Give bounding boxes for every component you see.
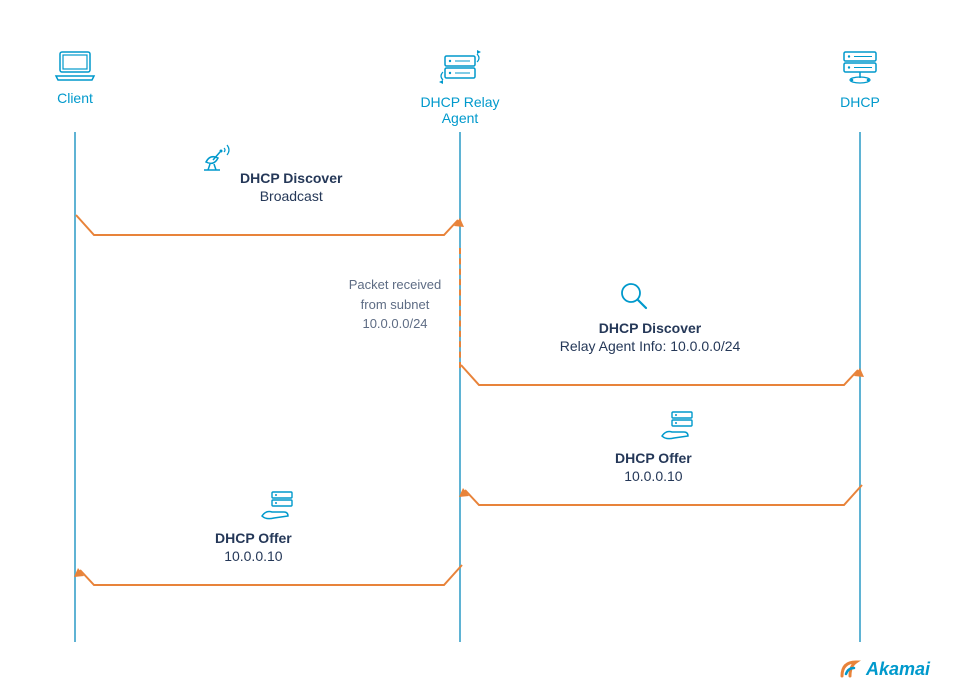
note-line: from subnet [340, 295, 450, 315]
msg-offer-2: DHCP Offer 10.0.0.10 [215, 530, 292, 564]
msg-discover-broadcast: DHCP Discover Broadcast [240, 170, 342, 204]
note-line: Packet received [340, 275, 450, 295]
msg-title: DHCP Discover [240, 170, 342, 186]
msg-title: DHCP Offer [215, 530, 292, 546]
actor-client-label: Client [50, 90, 100, 106]
relay-server-icon [410, 50, 510, 86]
actor-relay-label: DHCP Relay Agent [410, 94, 510, 126]
note-line: 10.0.0.0/24 [340, 314, 450, 334]
brand-text: Akamai [866, 659, 930, 680]
msg-discover-relay: DHCP Discover Relay Agent Info: 10.0.0.0… [540, 320, 760, 354]
dish-icon [200, 140, 234, 179]
server-icon [835, 50, 885, 86]
akamai-wave-icon [838, 656, 864, 682]
arrow-discover-1 [74, 210, 464, 250]
actor-relay: DHCP Relay Agent [410, 50, 510, 126]
brand-logo: Akamai [838, 656, 930, 682]
msg-title: DHCP Offer [615, 450, 692, 466]
note-packet-received: Packet received from subnet 10.0.0.0/24 [340, 275, 450, 334]
laptop-icon [50, 50, 100, 82]
arrow-offer-1 [459, 480, 864, 520]
actor-client: Client [50, 50, 100, 106]
dhcp-sequence-diagram: Client DHCP Relay Agent [0, 0, 960, 700]
hand-offer-icon [260, 490, 296, 529]
arrow-offer-2 [48, 560, 464, 600]
msg-sub: Broadcast [240, 188, 342, 204]
actor-dhcp-label: DHCP [835, 94, 885, 110]
msg-offer-1: DHCP Offer 10.0.0.10 [615, 450, 692, 484]
hand-offer-icon [660, 410, 696, 449]
actor-dhcp: DHCP [835, 50, 885, 110]
arrow-discover-2 [459, 360, 864, 400]
relay-processing-segment [459, 248, 461, 368]
magnifier-icon [618, 280, 650, 317]
msg-sub: Relay Agent Info: 10.0.0.0/24 [540, 338, 760, 354]
msg-title: DHCP Discover [540, 320, 760, 336]
